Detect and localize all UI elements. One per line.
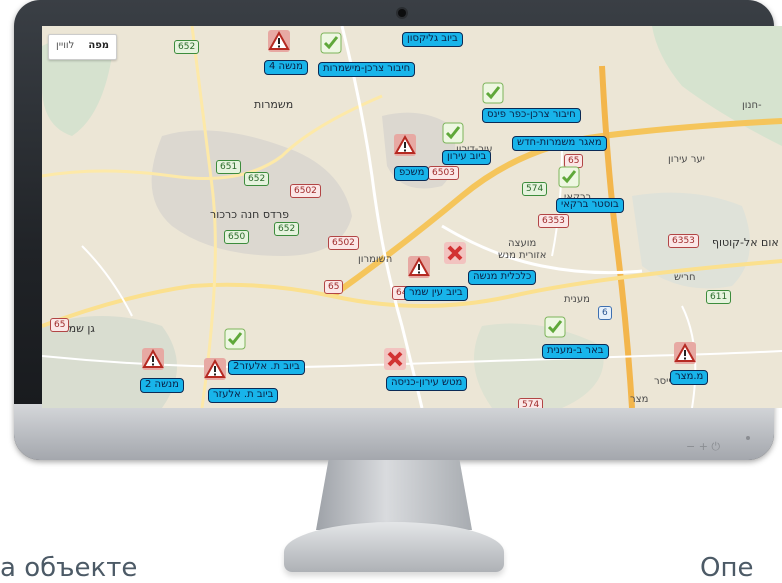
monitor-chin <box>14 404 774 460</box>
map-type-toggle[interactable]: לוויין מפה <box>48 34 118 60</box>
place-label: חריש <box>674 272 696 283</box>
place-label: -חנון <box>742 100 762 111</box>
site-label[interactable]: ביוב עין שמר <box>404 286 468 301</box>
site-marker-warning[interactable] <box>674 342 696 364</box>
place-label: יער עירון <box>668 154 705 165</box>
site-marker-ok[interactable] <box>544 316 566 338</box>
site-label[interactable]: בוסטר ברקאי <box>556 198 624 213</box>
site-label[interactable]: מ.מצר <box>670 370 709 385</box>
site-label[interactable]: משכפ <box>394 166 430 181</box>
road-shield: 651 <box>216 160 242 174</box>
site-label[interactable]: ביוב עירון <box>442 150 492 165</box>
road-shield: 65 <box>50 318 70 332</box>
site-label[interactable]: ביוב ת. אלעזר <box>208 388 279 403</box>
site-marker-warning[interactable] <box>142 348 164 370</box>
place-label: מענית <box>564 294 590 305</box>
road-shield: 6353 <box>538 214 569 228</box>
place-label: מצר <box>630 394 649 405</box>
road-shield: 574 <box>518 398 544 408</box>
site-marker-error[interactable] <box>384 348 406 370</box>
place-label: פרדס חנה כרכור <box>210 208 290 221</box>
place-label: משמרות <box>254 98 294 111</box>
place-label: השומרון <box>358 254 393 265</box>
site-label[interactable]: ביוב ת. אלעזר2 <box>228 360 305 375</box>
site-marker-ok[interactable] <box>224 328 246 350</box>
site-label[interactable]: באר ב-מענית <box>542 344 609 359</box>
place-label: מועצה <box>508 238 537 249</box>
road-shield: 652 <box>174 40 200 54</box>
place-label: אזורית מנש <box>498 250 547 261</box>
site-marker-warning[interactable] <box>268 30 290 52</box>
site-marker-ok[interactable] <box>442 122 464 144</box>
site-label[interactable]: חיבור צרכן-כפר פינס <box>482 108 581 123</box>
road-shield: 6503 <box>428 166 459 180</box>
site-label[interactable]: חיבור צרכן-מישמרות <box>318 62 416 77</box>
site-label[interactable]: מנשה 2 <box>140 378 184 393</box>
road-shield: 65 <box>324 280 344 294</box>
webcam <box>398 9 406 17</box>
power-led <box>746 436 750 440</box>
site-label[interactable]: מנשה 4 <box>264 60 308 75</box>
place-label: אום אל-קוטוף <box>712 236 779 249</box>
road-shield: 652 <box>244 172 270 186</box>
site-marker-warning[interactable] <box>408 256 430 278</box>
road-shield: 6353 <box>668 234 699 248</box>
site-marker-ok[interactable] <box>482 82 504 104</box>
site-marker-warning[interactable] <box>394 134 416 156</box>
map-screen[interactable]: לוויין מפה משמרות פרדס חנה כרכור השומרון… <box>42 26 782 408</box>
satellite-tab[interactable]: לוויין <box>49 35 81 59</box>
site-marker-ok[interactable] <box>558 166 580 188</box>
road-shield: 6502 <box>328 236 359 250</box>
site-marker-ok[interactable] <box>320 32 342 54</box>
site-label[interactable]: מטש עירון-כניסה <box>386 376 468 391</box>
monitor-controls[interactable]: − + ⏻ <box>686 440 720 454</box>
road-shield: 652 <box>274 222 300 236</box>
site-marker-warning[interactable] <box>204 358 226 380</box>
site-label[interactable]: ביוב גליקסון <box>402 32 463 47</box>
caption-right: Опе <box>700 553 754 583</box>
site-marker-error[interactable] <box>444 242 466 264</box>
road-shield: 650 <box>224 230 250 244</box>
site-label[interactable]: כלכלית מנשה <box>468 270 537 285</box>
road-shield: 574 <box>522 182 548 196</box>
road-shield: 6 <box>598 306 612 320</box>
map-tab[interactable]: מפה <box>81 35 116 59</box>
monitor-stand-neck <box>316 460 472 530</box>
road-shield: 611 <box>706 290 732 304</box>
road-shield: 6502 <box>290 184 321 198</box>
caption-left: а объекте <box>0 553 138 583</box>
site-label[interactable]: מאגר משמרות-חדש <box>512 136 607 151</box>
